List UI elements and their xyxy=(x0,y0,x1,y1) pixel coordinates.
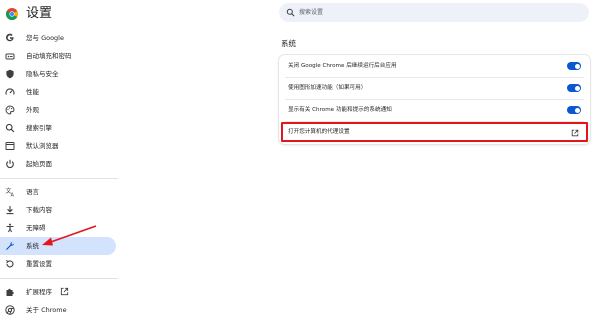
setting-row-system-notifications[interactable]: 显示有关 Chrome 功能和提示的系统通知 xyxy=(279,99,590,121)
row-divider xyxy=(285,77,584,78)
sidebar-item-autofill[interactable]: 自动填充和密码 xyxy=(0,47,116,65)
sidebar-item-on-startup[interactable]: 起始页面 xyxy=(0,155,116,173)
browser-window-icon xyxy=(5,142,15,150)
sidebar-item-search-engine[interactable]: 搜索引擎 xyxy=(0,119,116,137)
sidebar-item-extensions[interactable]: 扩展程序 xyxy=(0,283,116,301)
row-divider xyxy=(285,99,584,100)
settings-page: 设置 您与 Google 自动填充和密码 隐私与安全 性能 外观 搜索引擎 默认… xyxy=(0,0,600,320)
sidebar-item-label: 系统 xyxy=(26,242,39,250)
download-icon xyxy=(6,206,14,215)
sidebar-item-privacy[interactable]: 隐私与安全 xyxy=(0,65,116,83)
search-icon xyxy=(5,123,15,133)
setting-label: 使用图形加速功能（如果可用） xyxy=(288,85,367,91)
toggle-knob xyxy=(575,107,580,113)
accessibility-icon xyxy=(6,223,14,233)
system-notifications-toggle[interactable] xyxy=(567,106,581,114)
sidebar-item-you-and-google[interactable]: 您与 Google xyxy=(0,29,116,47)
sidebar-item-label: 关于 Chrome xyxy=(26,306,67,314)
toggle-knob xyxy=(575,63,580,69)
palette-icon xyxy=(5,105,15,115)
background-apps-toggle[interactable] xyxy=(567,62,581,70)
sidebar-item-default-browser[interactable]: 默认浏览器 xyxy=(0,137,116,155)
sidebar-item-label: 性能 xyxy=(26,88,39,96)
sidebar-item-label: 下载内容 xyxy=(26,206,52,214)
power-icon xyxy=(6,159,14,168)
wrench-icon xyxy=(6,241,15,250)
setting-label: 关闭 Google Chrome 后继续运行后台应用 xyxy=(288,63,397,69)
sidebar-item-appearance[interactable]: 外观 xyxy=(0,101,116,119)
setting-row-background-apps[interactable]: 关闭 Google Chrome 后继续运行后台应用 xyxy=(279,55,590,77)
search-placeholder: 搜索设置 xyxy=(299,9,324,16)
chrome-logo-icon xyxy=(6,8,18,20)
sidebar-item-label: 外观 xyxy=(26,106,39,114)
sidebar-item-reset-settings[interactable]: 重置设置 xyxy=(0,255,116,273)
reset-icon xyxy=(5,259,14,268)
sidebar-item-about-chrome[interactable]: 关于 Chrome xyxy=(0,301,116,319)
sidebar-item-label: 起始页面 xyxy=(26,160,52,168)
sidebar-item-label: 搜索引擎 xyxy=(26,124,52,132)
sidebar-item-performance[interactable]: 性能 xyxy=(0,83,116,101)
setting-label: 显示有关 Chrome 功能和提示的系统通知 xyxy=(288,107,392,113)
sidebar-item-label: 隐私与安全 xyxy=(26,70,59,78)
section-title: 系统 xyxy=(281,39,296,48)
external-link-icon xyxy=(60,287,69,296)
annotation-arrow xyxy=(42,225,97,246)
chrome-icon xyxy=(5,305,15,315)
puzzle-icon xyxy=(6,288,14,296)
search-settings-input[interactable]: 搜索设置 xyxy=(279,3,589,22)
page-title: 设置 xyxy=(26,6,53,21)
autofill-icon xyxy=(5,53,15,60)
highlight-annotation-box xyxy=(281,122,588,142)
speedometer-icon xyxy=(5,88,15,95)
google-g-icon xyxy=(6,33,14,42)
toggle-knob xyxy=(575,85,580,91)
sidebar-item-label: 您与 Google xyxy=(26,34,64,42)
sidebar-divider xyxy=(0,178,118,179)
sidebar-item-label: 扩展程序 xyxy=(26,288,52,296)
sidebar-item-label: 自动填充和密码 xyxy=(26,52,72,60)
open-in-new-icon[interactable] xyxy=(571,129,579,137)
hardware-acceleration-toggle[interactable] xyxy=(567,84,581,92)
translate-icon: 文 A xyxy=(6,187,15,198)
search-icon xyxy=(286,8,295,17)
system-settings-card: 关闭 Google Chrome 后继续运行后台应用 使用图形加速功能（如果可用… xyxy=(279,55,590,144)
setting-row-hardware-acceleration[interactable]: 使用图形加速功能（如果可用） xyxy=(279,77,590,99)
shield-icon xyxy=(6,69,14,79)
sidebar-item-label: 默认浏览器 xyxy=(26,142,59,150)
sidebar-item-languages[interactable]: 文 A 语言 xyxy=(0,183,116,201)
sidebar-item-label: 语言 xyxy=(26,188,39,196)
svg-text:A: A xyxy=(11,193,15,198)
settings-header: 设置 xyxy=(0,0,130,28)
sidebar-item-downloads[interactable]: 下载内容 xyxy=(0,201,116,219)
sidebar-item-label: 重置设置 xyxy=(26,260,52,268)
sidebar-divider xyxy=(0,278,118,279)
